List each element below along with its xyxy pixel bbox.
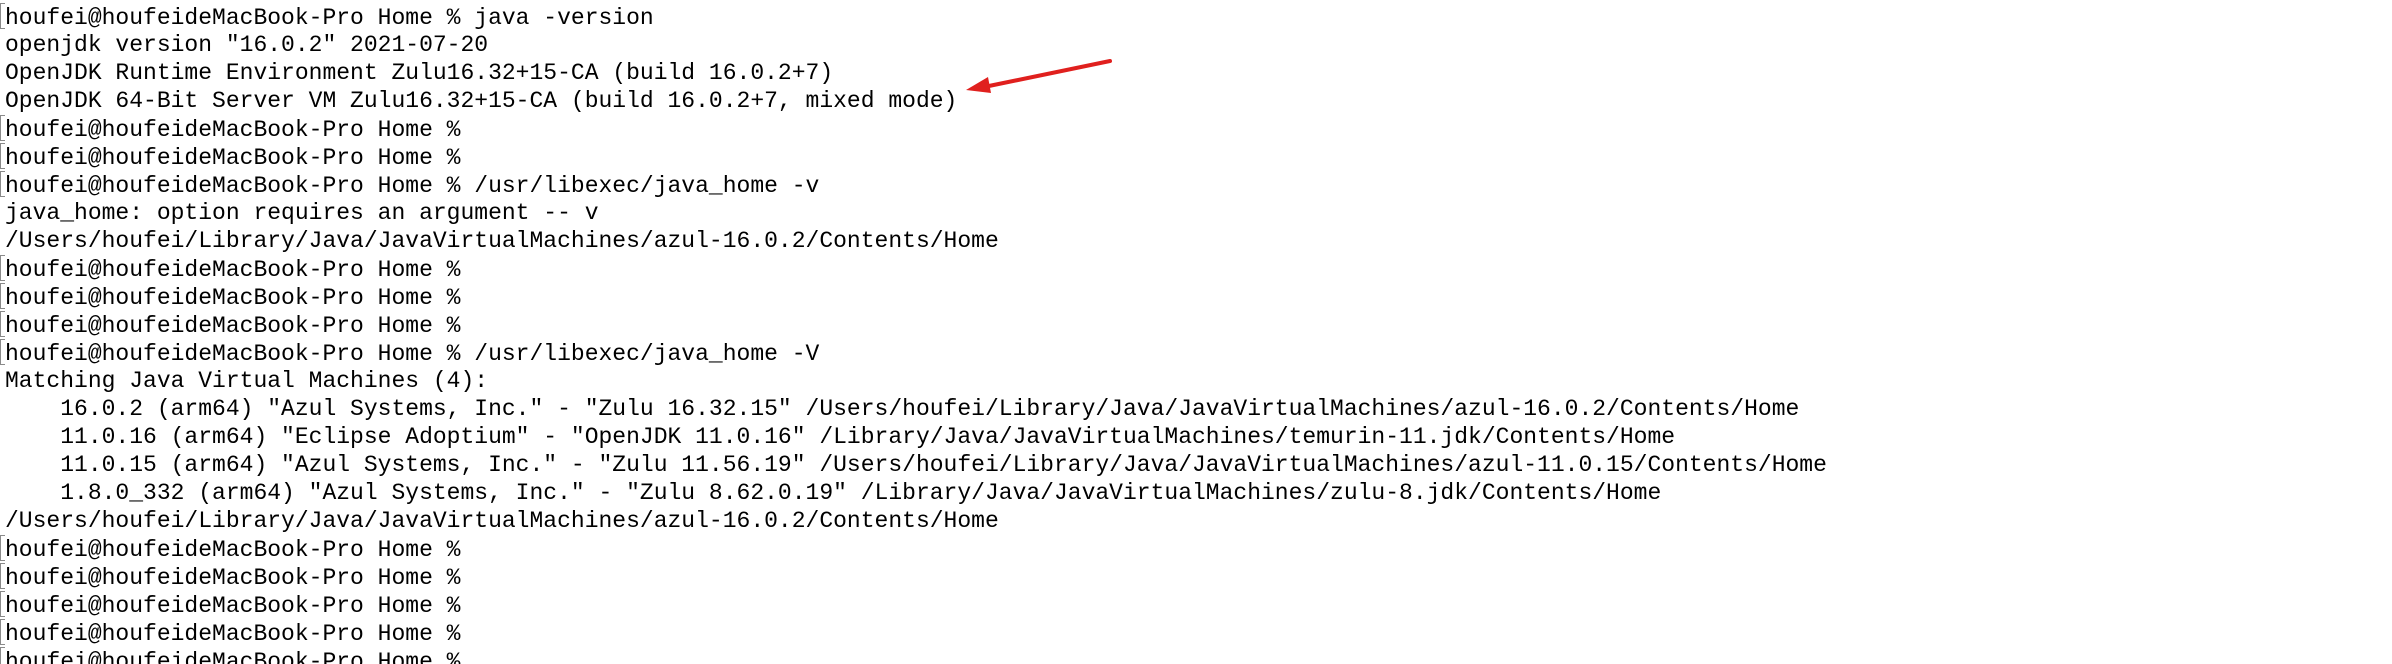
- prompt-line: houfei@houfeideMacBook-Pro Home %: [0, 143, 1827, 171]
- prompt-line: houfei@houfeideMacBook-Pro Home %: [0, 283, 1827, 311]
- arrow-head: [966, 77, 991, 93]
- output-line: OpenJDK 64-Bit Server VM Zulu16.32+15-CA…: [0, 87, 1827, 115]
- line-text: OpenJDK 64-Bit Server VM Zulu16.32+15-CA…: [5, 88, 958, 114]
- line-text: 11.0.15 (arm64) "Azul Systems, Inc." - "…: [5, 452, 1827, 478]
- line-text: houfei@houfeideMacBook-Pro Home % java -…: [5, 5, 654, 31]
- line-text: houfei@houfeideMacBook-Pro Home % /usr/l…: [5, 341, 820, 367]
- terminal-output[interactable]: houfei@houfeideMacBook-Pro Home % java -…: [0, 3, 1827, 664]
- prompt-line: houfei@houfeideMacBook-Pro Home %: [0, 591, 1827, 619]
- line-text: houfei@houfeideMacBook-Pro Home %: [5, 117, 461, 143]
- line-text: java_home: option requires an argument -…: [5, 200, 599, 226]
- line-text: houfei@houfeideMacBook-Pro Home %: [5, 257, 461, 283]
- line-text: 11.0.16 (arm64) "Eclipse Adoptium" - "Op…: [5, 424, 1676, 450]
- line-text: OpenJDK Runtime Environment Zulu16.32+15…: [5, 60, 834, 86]
- prompt-line: houfei@houfeideMacBook-Pro Home %: [0, 115, 1827, 143]
- prompt-line: houfei@houfeideMacBook-Pro Home %: [0, 255, 1827, 283]
- line-text: houfei@houfeideMacBook-Pro Home %: [5, 285, 461, 311]
- output-line: OpenJDK Runtime Environment Zulu16.32+15…: [0, 59, 1827, 87]
- output-line: /Users/houfei/Library/Java/JavaVirtualMa…: [0, 507, 1827, 535]
- output-line: java_home: option requires an argument -…: [0, 199, 1827, 227]
- line-text: houfei@houfeideMacBook-Pro Home %: [5, 537, 461, 563]
- output-line: 16.0.2 (arm64) "Azul Systems, Inc." - "Z…: [0, 395, 1827, 423]
- prompt-line: houfei@houfeideMacBook-Pro Home %: [0, 563, 1827, 591]
- line-text: houfei@houfeideMacBook-Pro Home %: [5, 313, 461, 339]
- output-line: Matching Java Virtual Machines (4):: [0, 367, 1827, 395]
- output-line: 11.0.16 (arm64) "Eclipse Adoptium" - "Op…: [0, 423, 1827, 451]
- output-line: 11.0.15 (arm64) "Azul Systems, Inc." - "…: [0, 451, 1827, 479]
- arrow-shaft: [982, 59, 1112, 89]
- prompt-line: houfei@houfeideMacBook-Pro Home %: [0, 619, 1827, 647]
- prompt-line: houfei@houfeideMacBook-Pro Home %: [0, 647, 1827, 664]
- prompt-line: houfei@houfeideMacBook-Pro Home % /usr/l…: [0, 171, 1827, 199]
- line-text: houfei@houfeideMacBook-Pro Home %: [5, 621, 461, 647]
- line-text: 16.0.2 (arm64) "Azul Systems, Inc." - "Z…: [5, 396, 1800, 422]
- line-text: /Users/houfei/Library/Java/JavaVirtualMa…: [5, 228, 999, 254]
- prompt-line: houfei@houfeideMacBook-Pro Home % java -…: [0, 3, 1827, 31]
- prompt-line: houfei@houfeideMacBook-Pro Home %: [0, 535, 1827, 563]
- line-text: openjdk version "16.0.2" 2021-07-20: [5, 32, 489, 58]
- red-arrow-icon: [966, 59, 1112, 93]
- line-text: houfei@houfeideMacBook-Pro Home %: [5, 649, 461, 664]
- prompt-line: houfei@houfeideMacBook-Pro Home % /usr/l…: [0, 339, 1827, 367]
- line-text: Matching Java Virtual Machines (4):: [5, 368, 489, 394]
- line-text: houfei@houfeideMacBook-Pro Home %: [5, 145, 461, 171]
- terminal-window[interactable]: houfei@houfeideMacBook-Pro Home % java -…: [0, 0, 2392, 664]
- line-text: houfei@houfeideMacBook-Pro Home %: [5, 593, 461, 619]
- output-line: openjdk version "16.0.2" 2021-07-20: [0, 31, 1827, 59]
- line-text: /Users/houfei/Library/Java/JavaVirtualMa…: [5, 508, 999, 534]
- line-text: houfei@houfeideMacBook-Pro Home % /usr/l…: [5, 173, 820, 199]
- line-text: 1.8.0_332 (arm64) "Azul Systems, Inc." -…: [5, 480, 1662, 506]
- output-line: 1.8.0_332 (arm64) "Azul Systems, Inc." -…: [0, 479, 1827, 507]
- output-line: /Users/houfei/Library/Java/JavaVirtualMa…: [0, 227, 1827, 255]
- line-text: houfei@houfeideMacBook-Pro Home %: [5, 565, 461, 591]
- prompt-line: houfei@houfeideMacBook-Pro Home %: [0, 311, 1827, 339]
